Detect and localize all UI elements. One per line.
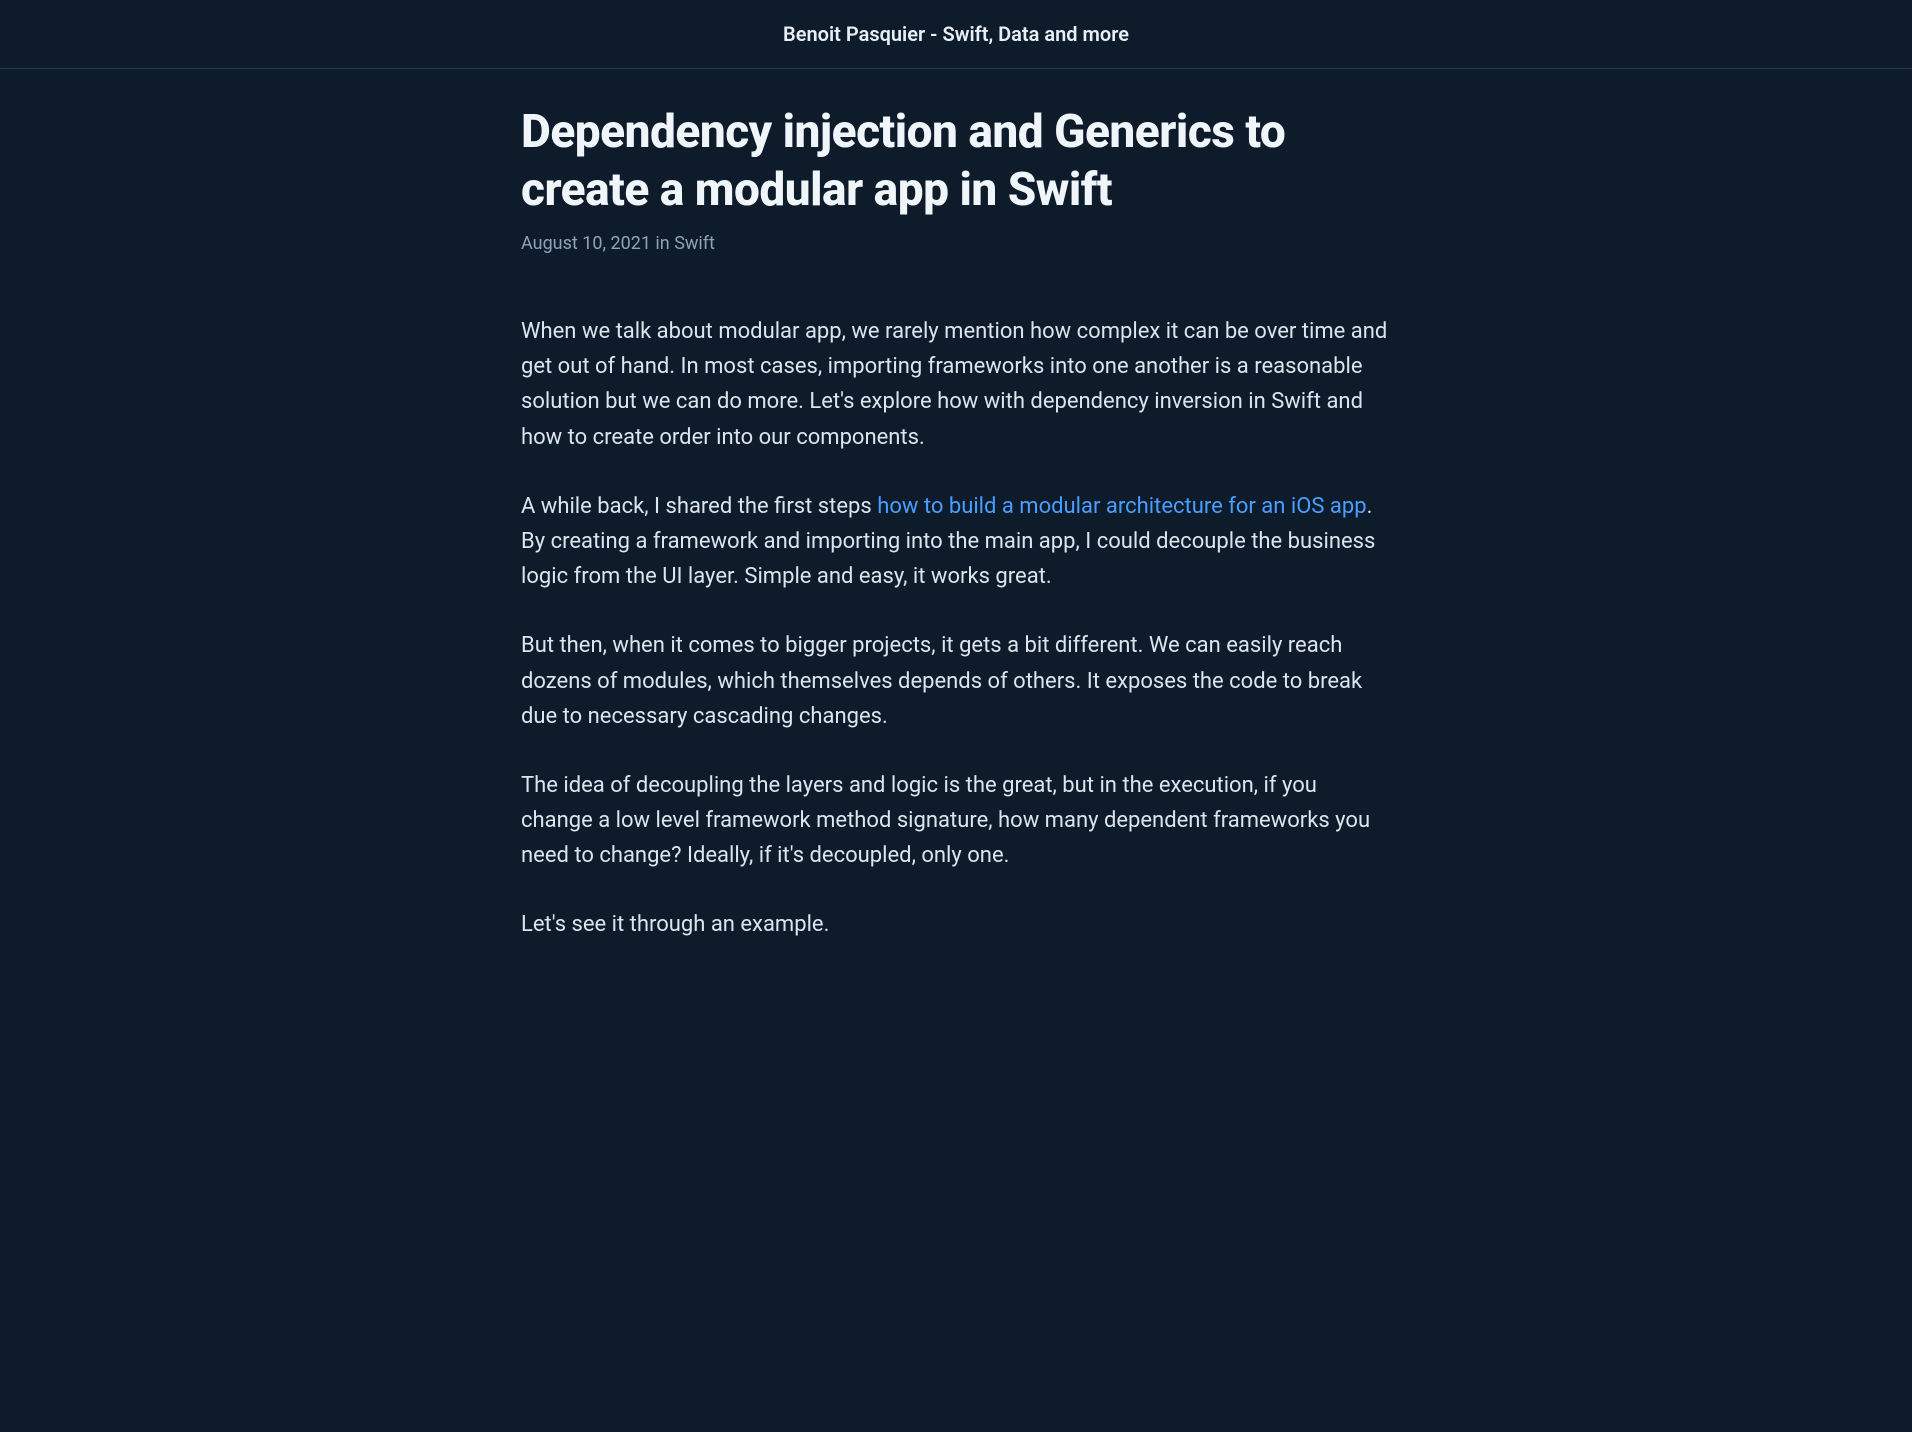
paragraph-2-text-before: A while back, I shared the first steps [521, 494, 877, 519]
modular-architecture-link[interactable]: how to build a modular architecture for … [877, 494, 1366, 519]
article-content: Dependency injection and Generics to cre… [501, 69, 1411, 1012]
article-meta-separator: in [651, 233, 674, 254]
paragraph-3: But then, when it comes to bigger projec… [521, 628, 1391, 734]
article-body: When we talk about modular app, we rarel… [521, 314, 1391, 943]
paragraph-1: When we talk about modular app, we rarel… [521, 314, 1391, 455]
article-title: Dependency injection and Generics to cre… [521, 104, 1391, 219]
article-meta: August 10, 2021 in Swift [521, 233, 1391, 254]
paragraph-4: The idea of decoupling the layers and lo… [521, 768, 1391, 874]
article-date: August 10, 2021 [521, 233, 651, 254]
site-header: Benoit Pasquier - Swift, Data and more [0, 0, 1912, 69]
paragraph-5: Let's see it through an example. [521, 907, 1391, 942]
article-category-link[interactable]: Swift [674, 233, 715, 254]
paragraph-2: A while back, I shared the first steps h… [521, 489, 1391, 595]
site-title-link[interactable]: Benoit Pasquier - Swift, Data and more [0, 22, 1912, 46]
